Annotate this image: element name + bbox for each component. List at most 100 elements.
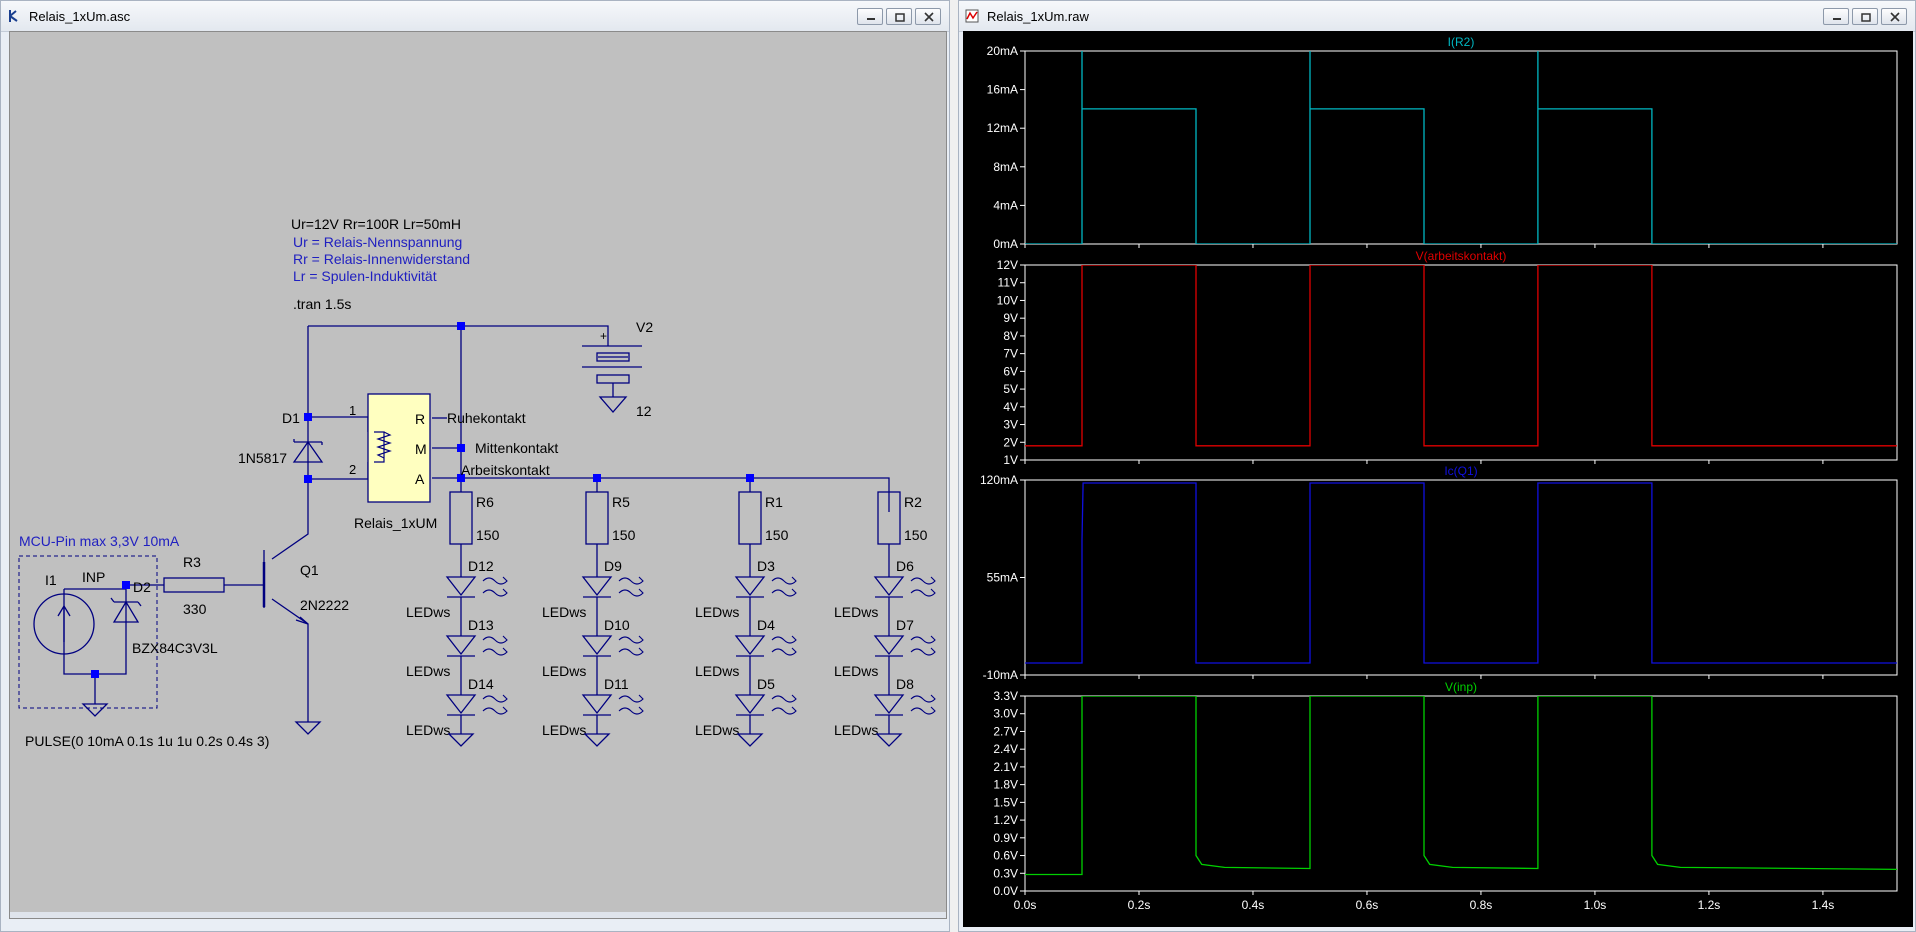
- schematic-titlebar[interactable]: Relais_1xUm.asc: [1, 1, 949, 32]
- d1-label[interactable]: D1: [282, 410, 300, 426]
- led-model[interactable]: LEDws: [542, 604, 586, 620]
- schematic-window[interactable]: Relais_1xUm.asc + R6 150 D12 LEDws D13 L…: [0, 0, 950, 932]
- plot-pane-border[interactable]: [1024, 695, 1898, 892]
- resistor-value[interactable]: 150: [476, 527, 500, 543]
- relay-name[interactable]: Relais_1xUM: [354, 515, 437, 531]
- led-model[interactable]: LEDws: [834, 722, 878, 738]
- tran-directive[interactable]: .tran 1.5s: [293, 296, 351, 312]
- led-model[interactable]: LEDws: [542, 663, 586, 679]
- plot-pane-border[interactable]: [1024, 50, 1898, 245]
- close-button[interactable]: [915, 8, 941, 25]
- led-model[interactable]: LEDws: [695, 722, 739, 738]
- schematic-window-title: Relais_1xUm.asc: [29, 9, 131, 24]
- trace-title[interactable]: Ic(Q1): [1444, 464, 1477, 478]
- mcu-note[interactable]: MCU-Pin max 3,3V 10mA: [19, 533, 180, 549]
- minimize-button[interactable]: [1823, 8, 1849, 25]
- led-model[interactable]: LEDws: [406, 604, 450, 620]
- schematic-drawing[interactable]: + R6150D12LEDwsD13LEDwsD14LEDwsR5150D9LE…: [10, 32, 948, 920]
- d1-value[interactable]: 1N5817: [238, 450, 287, 466]
- waveform-window[interactable]: Relais_1xUm.raw 0mA 4mA 8mA 12mA 16mA 20mA I(R…: [958, 0, 1916, 932]
- net-ruhekontakt[interactable]: Ruhekontakt: [447, 410, 526, 426]
- led-model[interactable]: LEDws: [406, 663, 450, 679]
- trace-title[interactable]: V(arbeitskontakt): [1416, 249, 1507, 263]
- led-label[interactable]: D14: [468, 676, 494, 692]
- led-model[interactable]: LEDws: [406, 722, 450, 738]
- led-label[interactable]: D5: [757, 676, 775, 692]
- resistor-label[interactable]: R1: [765, 494, 783, 510]
- minimize-icon: [1833, 18, 1841, 20]
- resistor-label[interactable]: R2: [904, 494, 922, 510]
- led-model[interactable]: LEDws: [834, 604, 878, 620]
- led-model[interactable]: LEDws: [695, 663, 739, 679]
- waveform-plot[interactable]: 0mA 4mA 8mA 12mA 16mA 20mA I(R2) 1V 2V 3V 4V 5V 6V 7V…: [963, 31, 1913, 927]
- trace-title[interactable]: I(R2): [1448, 35, 1475, 49]
- led-label[interactable]: D9: [604, 558, 622, 574]
- q1-value[interactable]: 2N2222: [300, 597, 349, 613]
- d2-label[interactable]: D2: [133, 579, 151, 595]
- schematic-canvas[interactable]: + R6 150 D12 LEDws D13 LEDws D14 LEDws R…: [9, 31, 947, 919]
- plot-pane-border[interactable]: [1024, 264, 1898, 461]
- restore-button[interactable]: [886, 8, 912, 25]
- led-symbol[interactable]: [734, 635, 766, 657]
- r3-value[interactable]: 330: [183, 601, 207, 617]
- led-symbol[interactable]: [581, 635, 613, 657]
- comment-line-3[interactable]: Lr = Spulen-Induktivität: [293, 268, 437, 284]
- comment-line-2[interactable]: Rr = Relais-Innenwiderstand: [293, 251, 470, 267]
- inp-net-label[interactable]: INP: [82, 569, 105, 585]
- plot-pane-border[interactable]: [1024, 479, 1898, 676]
- trace-line[interactable]: [1025, 51, 1913, 244]
- led-model[interactable]: LEDws: [834, 663, 878, 679]
- pulse-source[interactable]: PULSE(0 10mA 0.1s 1u 1u 0.2s 0.4s 3): [25, 733, 269, 749]
- led-label[interactable]: D10: [604, 617, 630, 633]
- led-symbol[interactable]: [873, 635, 905, 657]
- led-label[interactable]: D4: [757, 617, 775, 633]
- resistor-label[interactable]: R5: [612, 494, 630, 510]
- schematic-scrollbar[interactable]: [10, 912, 946, 918]
- resistor-body[interactable]: [738, 491, 762, 545]
- led-label[interactable]: D12: [468, 558, 494, 574]
- net-mittenkontakt[interactable]: Mittenkontakt: [475, 440, 558, 456]
- resistor-body[interactable]: [585, 491, 609, 545]
- resistor-body[interactable]: [449, 491, 473, 545]
- led-symbol[interactable]: [873, 694, 905, 716]
- params-line[interactable]: Ur=12V Rr=100R Lr=50mH: [291, 216, 461, 232]
- led-model[interactable]: LEDws: [695, 604, 739, 620]
- resistor-label[interactable]: R6: [476, 494, 494, 510]
- resistor-value[interactable]: 150: [904, 527, 928, 543]
- restore-button[interactable]: [1852, 8, 1878, 25]
- led-symbol[interactable]: [445, 635, 477, 657]
- trace-title[interactable]: V(inp): [1445, 680, 1477, 694]
- trace-line[interactable]: [1025, 265, 1913, 447]
- v2-value[interactable]: 12: [636, 403, 652, 419]
- led-model[interactable]: LEDws: [542, 722, 586, 738]
- led-label[interactable]: D11: [604, 676, 629, 692]
- led-symbol[interactable]: [734, 694, 766, 716]
- d2-value[interactable]: BZX84C3V3L: [132, 640, 218, 656]
- v2-label[interactable]: V2: [636, 319, 653, 335]
- close-button[interactable]: [1881, 8, 1907, 25]
- q1-label[interactable]: Q1: [300, 562, 319, 578]
- led-symbol[interactable]: [581, 694, 613, 716]
- led-symbol[interactable]: [445, 576, 477, 598]
- led-symbol[interactable]: [445, 694, 477, 716]
- net-arbeitskontakt[interactable]: Arbeitskontakt: [461, 462, 550, 478]
- led-symbol[interactable]: [873, 576, 905, 598]
- resistor-value[interactable]: 150: [612, 527, 636, 543]
- waveform-titlebar[interactable]: Relais_1xUm.raw: [959, 1, 1915, 32]
- minimize-button[interactable]: [857, 8, 883, 25]
- led-label[interactable]: D8: [896, 676, 914, 692]
- i1-label[interactable]: I1: [45, 572, 57, 588]
- trace-line[interactable]: [1025, 696, 1913, 876]
- led-label[interactable]: D7: [896, 617, 914, 633]
- r3-label[interactable]: R3: [183, 554, 201, 570]
- led-label[interactable]: D3: [757, 558, 775, 574]
- led-symbol[interactable]: [581, 576, 613, 598]
- comment-line-1[interactable]: Ur = Relais-Nennspannung: [293, 234, 462, 250]
- led-branches: R6 150 D12 LEDws D13 LEDws D14 LEDws R5 150 D9 LEDw…: [406, 491, 936, 747]
- waveform-canvas[interactable]: 0mA 4mA 8mA 12mA 16mA 20mA I(R2) 1V 2V 3V 4V 5V 6V 7V…: [963, 31, 1913, 927]
- led-label[interactable]: D6: [896, 558, 914, 574]
- led-symbol[interactable]: [734, 576, 766, 598]
- resistor-value[interactable]: 150: [765, 527, 789, 543]
- trace-line[interactable]: [1025, 482, 1913, 664]
- led-label[interactable]: D13: [468, 617, 494, 633]
